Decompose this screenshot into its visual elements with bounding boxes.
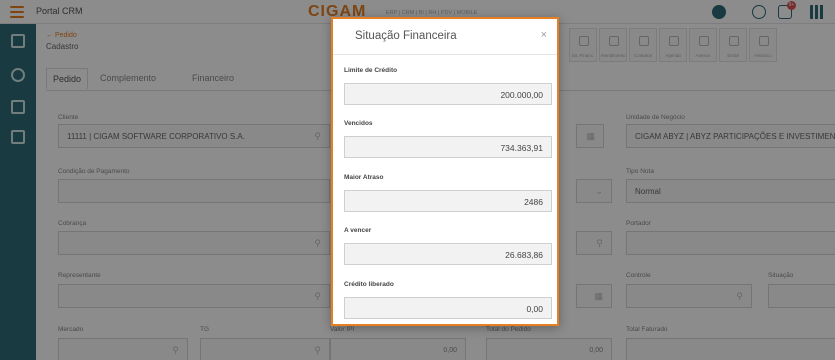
credito-liberado-field[interactable]: 0,00 (344, 297, 552, 319)
close-icon[interactable]: × (541, 29, 547, 41)
maior-atraso-label: Maior Atraso (344, 174, 384, 181)
vencidos-field[interactable]: 734.363,91 (344, 136, 552, 158)
modal-header: Situação Financeira × (333, 19, 557, 55)
credito-liberado-label: Crédito liberado (344, 281, 394, 288)
a-vencer-field[interactable]: 26.683,86 (344, 243, 552, 265)
vencidos-label: Vencidos (344, 120, 373, 127)
modal-title: Situação Financeira (355, 30, 457, 42)
limite-credito-label: Limite de Crédito (344, 67, 398, 74)
a-vencer-label: A vencer (344, 227, 372, 234)
limite-credito-field[interactable]: 200.000,00 (344, 83, 552, 105)
situacao-financeira-modal: Situação Financeira × Limite de Crédito … (331, 17, 559, 326)
maior-atraso-field[interactable]: 2486 (344, 190, 552, 212)
